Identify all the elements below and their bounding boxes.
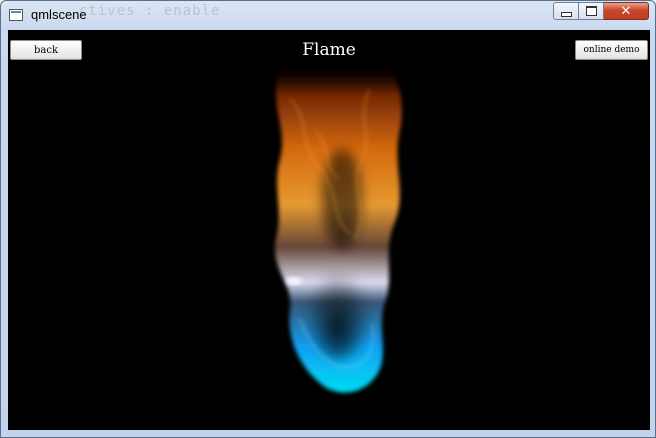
maximize-icon	[585, 6, 597, 16]
app-window-icon	[9, 9, 23, 21]
background-window-title: ctives : enable	[79, 3, 221, 19]
close-button[interactable]: ✕	[604, 2, 649, 20]
window-controls: ✕	[553, 2, 649, 21]
minimize-button[interactable]	[553, 2, 579, 20]
close-icon: ✕	[620, 3, 632, 19]
title-bar[interactable]: qmlscene ctives : enable ✕	[1, 1, 655, 29]
app-window: qmlscene ctives : enable ✕ back Flame on…	[0, 0, 656, 438]
flame-particles	[275, 69, 402, 393]
online-demo-button[interactable]: online demo	[575, 40, 648, 60]
maximize-button[interactable]	[579, 2, 604, 20]
minimize-icon	[560, 11, 572, 17]
page-title: Flame	[302, 40, 356, 60]
qml-scene-canvas: back Flame online demo	[8, 30, 650, 430]
